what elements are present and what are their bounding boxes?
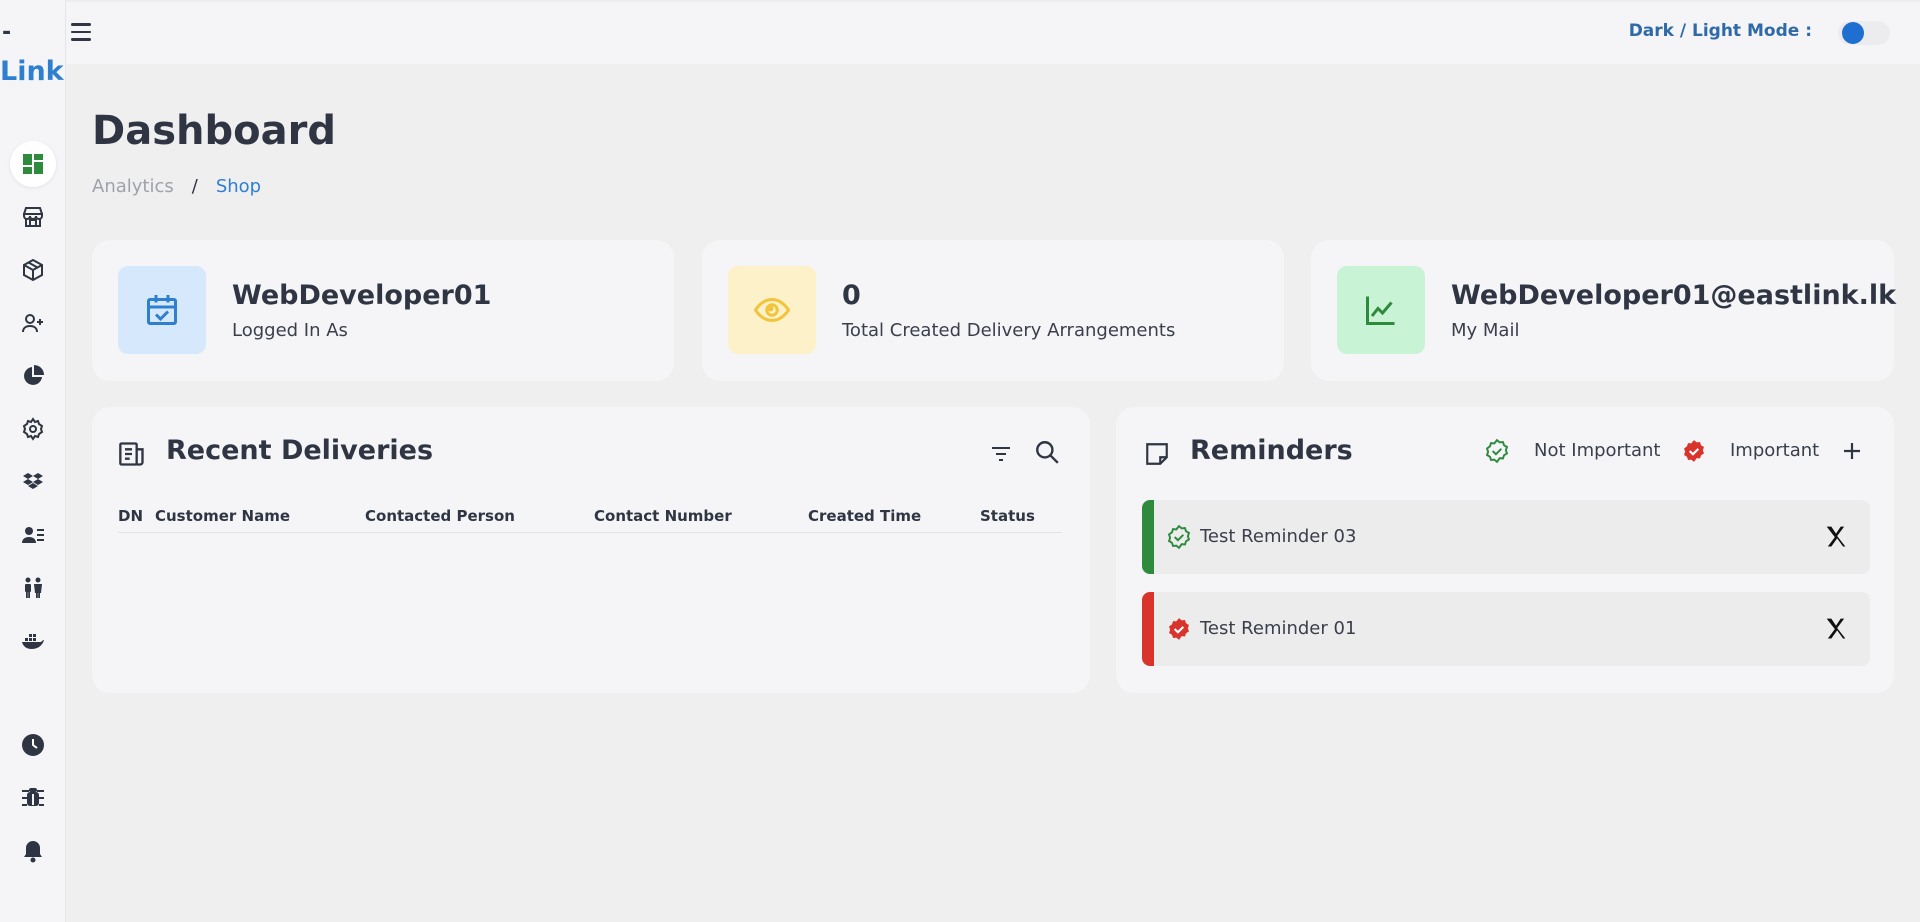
sidebar-item-people[interactable]: [10, 565, 56, 611]
stat-label: Logged In As: [232, 320, 348, 341]
column-header-contacted-person[interactable]: Contacted Person: [365, 507, 515, 525]
stat-label: Total Created Delivery Arrangements: [842, 320, 1176, 341]
dashboard-icon: [23, 154, 43, 174]
search-icon[interactable]: [1033, 438, 1061, 466]
docker-icon: [22, 634, 44, 649]
stat-value: 0: [842, 280, 861, 311]
dropbox-icon: [23, 473, 43, 489]
menu-toggle-button[interactable]: [66, 18, 96, 46]
eye-icon: [728, 266, 816, 354]
gear-icon: [22, 417, 44, 441]
breadcrumb-parent[interactable]: Analytics: [92, 176, 174, 197]
filter-icon[interactable]: [987, 440, 1015, 468]
stat-card-user: WebDeveloper01 Logged In As: [92, 240, 674, 381]
page-title: Dashboard: [92, 108, 336, 154]
trend-chart-icon: [1337, 266, 1425, 354]
sidebar-item-dashboard[interactable]: [10, 141, 56, 187]
brand-logo[interactable]: Link: [0, 57, 64, 87]
sidebar-item-notifications[interactable]: [10, 828, 56, 874]
reminder-item[interactable]: Test Reminder 01: [1142, 592, 1870, 666]
people-icon: [25, 577, 42, 598]
reminder-priority-bar: [1142, 592, 1154, 666]
sidebar-item-add-user[interactable]: [10, 300, 56, 346]
sidebar-item-history[interactable]: [10, 722, 56, 768]
stat-value: WebDeveloper01@eastlink.lk: [1451, 280, 1897, 311]
breadcrumb-current[interactable]: Shop: [216, 176, 261, 197]
column-header-status[interactable]: Status: [980, 507, 1035, 525]
important-badge-icon: [1684, 440, 1704, 462]
contact-list-icon: [22, 527, 44, 543]
sidebar: - Link: [0, 0, 66, 922]
pie-chart-icon: [24, 365, 44, 385]
reminder-item[interactable]: Test Reminder 03: [1142, 500, 1870, 574]
table-header: DN Customer Name Contacted Person Contac…: [118, 499, 1062, 533]
legend-important: Important: [1730, 440, 1820, 461]
important-badge-icon: [1169, 618, 1189, 640]
clock-icon: [22, 734, 44, 756]
stat-card-deliveries: 0 Total Created Delivery Arrangements: [702, 240, 1284, 381]
column-header-contact-number[interactable]: Contact Number: [594, 507, 732, 525]
column-header-created-time[interactable]: Created Time: [808, 507, 921, 525]
panel-title: Recent Deliveries: [166, 435, 434, 466]
stat-value: WebDeveloper01: [232, 280, 492, 311]
bell-icon: [24, 841, 42, 863]
sidebar-item-docker[interactable]: [10, 618, 56, 664]
not-important-badge-icon: [1167, 524, 1191, 550]
reminder-priority-bar: [1142, 500, 1154, 574]
sidebar-item-reports[interactable]: [10, 353, 56, 399]
sidebar-item-dropbox[interactable]: [10, 459, 56, 505]
sidebar-item-contacts[interactable]: [10, 512, 56, 558]
plus-icon: [1844, 443, 1860, 459]
theme-mode-toggle[interactable]: [1838, 21, 1890, 45]
sidebar-item-bugs[interactable]: [10, 775, 56, 821]
reminder-text: Test Reminder 01: [1200, 618, 1357, 639]
sidebar-item-store[interactable]: [10, 194, 56, 240]
column-header-customer-name[interactable]: Customer Name: [155, 507, 290, 525]
bug-icon: [22, 788, 44, 806]
delete-reminder-icon[interactable]: [1822, 522, 1850, 550]
not-important-badge-icon: [1485, 438, 1509, 464]
breadcrumb-separator: /: [191, 176, 198, 197]
package-icon: [23, 258, 43, 282]
theme-mode-label: Dark / Light Mode :: [1628, 21, 1812, 41]
reminders-panel: Reminders Not Important Important Test R…: [1116, 407, 1894, 693]
store-icon: [23, 207, 43, 227]
stat-label: My Mail: [1451, 320, 1520, 341]
reminder-text: Test Reminder 03: [1200, 526, 1357, 547]
column-header-dn[interactable]: DN: [118, 507, 143, 525]
panel-title: Reminders: [1190, 435, 1353, 466]
sticky-note-icon: [1146, 443, 1168, 465]
breadcrumb: Analytics / Shop: [92, 176, 261, 197]
add-reminder-button[interactable]: [1838, 437, 1866, 465]
top-border: [0, 0, 1920, 2]
stat-card-mail: WebDeveloper01@eastlink.lk My Mail: [1311, 240, 1897, 381]
delete-reminder-icon[interactable]: [1822, 614, 1850, 642]
sidebar-item-packages[interactable]: [10, 247, 56, 293]
recent-deliveries-panel: Recent Deliveries DN Customer Name Conta…: [92, 407, 1090, 693]
add-user-icon: [22, 314, 43, 333]
calendar-check-icon: [118, 266, 206, 354]
brand-prefix: -: [2, 20, 12, 45]
sidebar-item-settings[interactable]: [10, 406, 56, 452]
document-list-icon: [119, 442, 144, 466]
legend-not-important: Not Important: [1534, 440, 1661, 461]
